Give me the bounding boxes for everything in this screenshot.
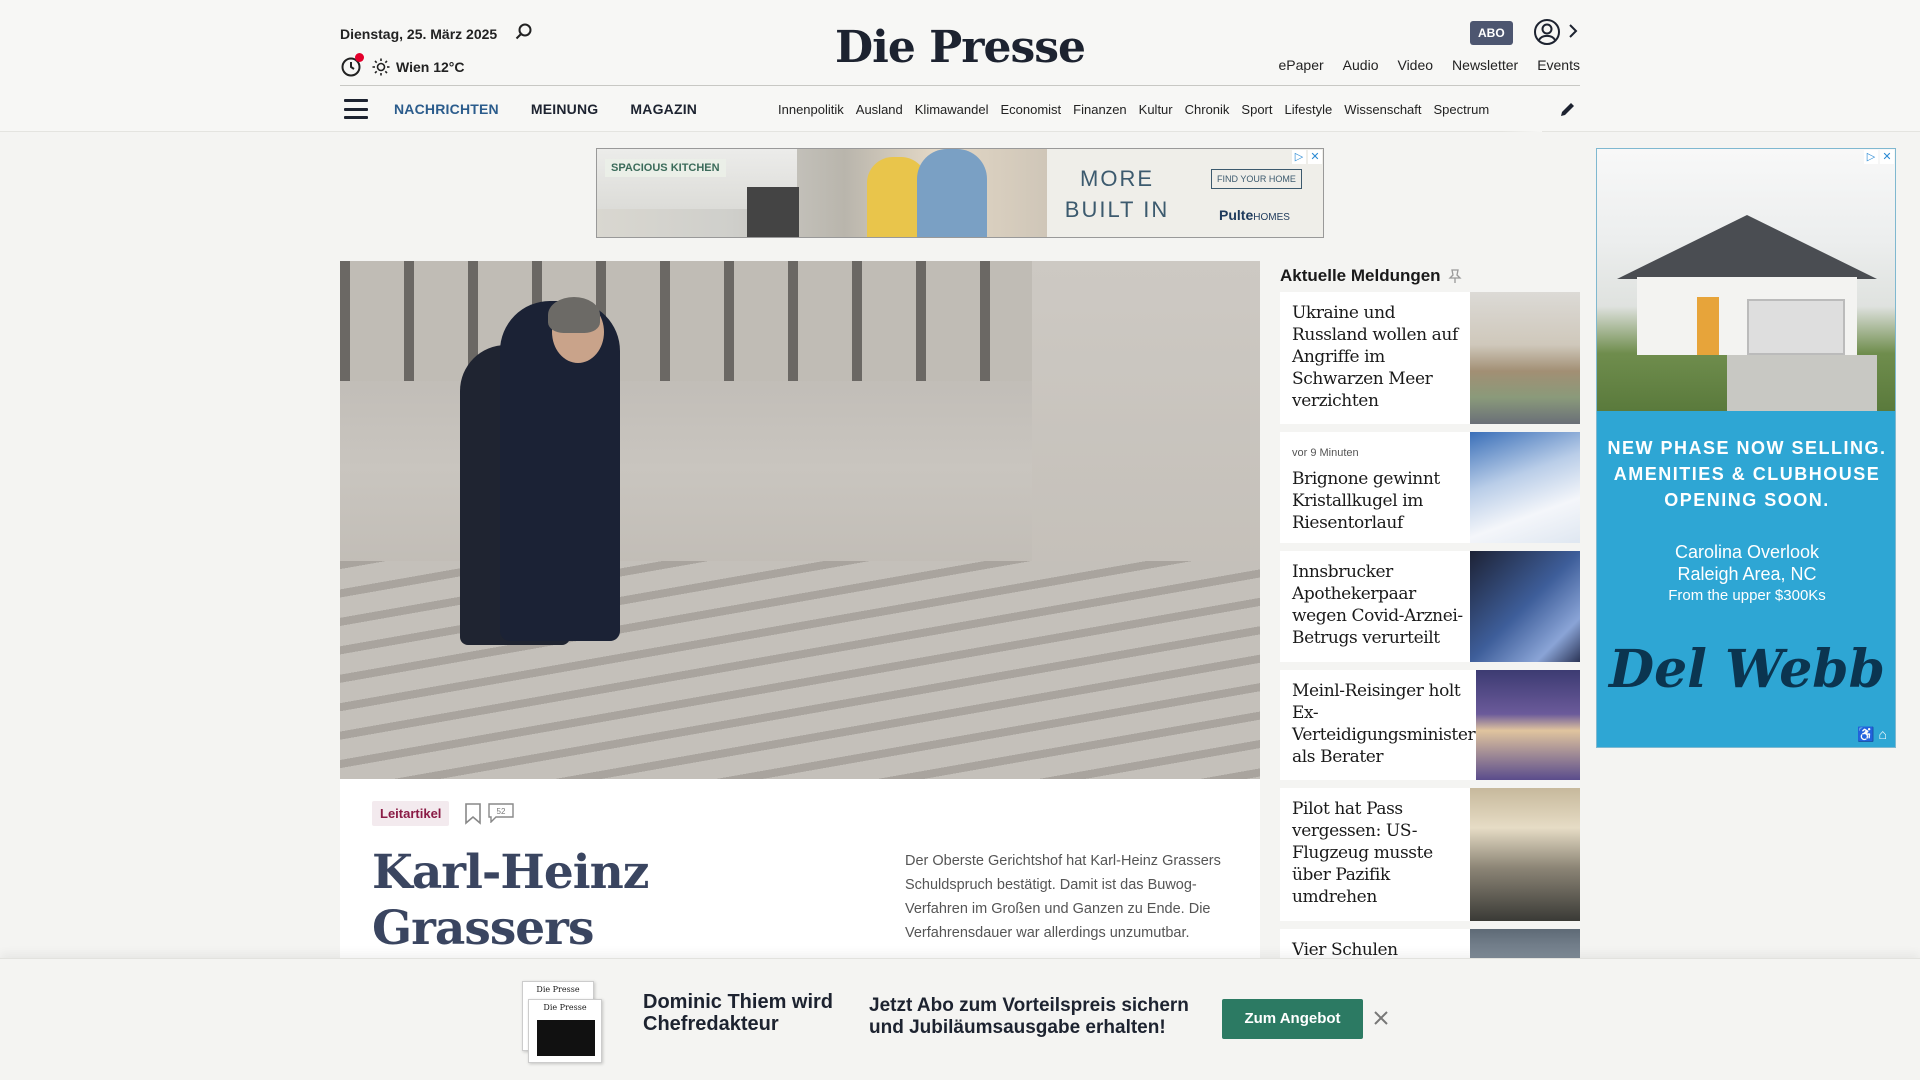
accessibility-icon: ♿ ⌂ [1857,726,1887,742]
ad-brand-logo: PulteHOMES [1219,207,1290,223]
news-item[interactable]: Pilot hat Pass vergessen: US-Flugzeug mu… [1280,788,1580,921]
news-text: Ukraine und Russland wollen auf Angriffe… [1292,303,1458,411]
ad-slogan-line1: MORE [1080,166,1154,191]
adchoices-icon[interactable]: ▷ [1292,150,1306,164]
ad-side-brand: Del Webb [1609,639,1885,700]
nav-economist[interactable]: Economist [1000,102,1061,117]
category-links: Innenpolitik Ausland Klimawandel Economi… [778,86,1542,132]
nav-meinung[interactable]: MEINUNG [531,101,599,117]
news-thumbnail [1476,670,1580,780]
aktuelle-meldungen: Aktuelle Meldungen Ukraine und Russland … [1280,261,1580,969]
menu-icon[interactable] [344,99,368,119]
adchoices[interactable]: ▷ ✕ [1292,150,1322,164]
nav-nachrichten[interactable]: NACHRICHTEN [394,101,499,117]
link-epaper[interactable]: ePaper [1279,57,1324,73]
ad-side-close-icon[interactable]: ✕ [1880,150,1894,164]
lead-article-card[interactable]: Leitartikel 52 Karl-Heinz Grassers super… [340,779,1260,1012]
ad-house-image [1597,149,1895,411]
comment-count: 52 [497,807,506,816]
nav-chronik[interactable]: Chronik [1185,102,1230,117]
promo-headline: Dominic Thiem wird Chefredakteur [643,991,834,1035]
news-item[interactable]: Meinl-Reisinger holt Ex-Verteidigungsmin… [1280,670,1580,780]
lead-teaser: Der Oberste Gerichtshof hat Karl-Heinz G… [905,853,1221,941]
nav-kultur[interactable]: Kultur [1139,102,1173,117]
nav-ausland[interactable]: Ausland [856,102,903,117]
ad-close-icon[interactable]: ✕ [1308,150,1322,164]
ad-side-headline: NEW PHASE NOW SELLING. AMENITIES & CLUBH… [1597,435,1895,513]
close-icon[interactable] [1372,1009,1390,1027]
nav-finanzen[interactable]: Finanzen [1073,102,1126,117]
nav-innenpolitik[interactable]: Innenpolitik [778,102,844,117]
news-text: Meinl-Reisinger holt Ex-Verteidigungsmin… [1292,681,1476,767]
article-tag[interactable]: Leitartikel [372,801,450,826]
news-title-text: Aktuelle Meldungen [1280,266,1441,285]
ad-cta-button[interactable]: FIND YOUR HOME [1211,169,1302,189]
link-events[interactable]: Events [1537,57,1580,73]
promo-text: Jetzt Abo zum Vorteilspreis sichern und … [869,995,1189,1038]
nav-klimawandel[interactable]: Klimawandel [915,102,989,117]
news-thumbnail [1470,788,1580,921]
news-text: Innsbrucker Apothekerpaar wegen Covid-Ar… [1292,562,1463,648]
link-newsletter[interactable]: Newsletter [1452,57,1518,73]
ad-side-headline-1: NEW PHASE NOW SELLING. [1607,438,1887,458]
pin-icon [1448,269,1462,283]
main-navigation: NACHRICHTEN MEINUNG MAGAZIN Innenpolitik… [340,86,1580,132]
news-item[interactable]: Innsbrucker Apothekerpaar wegen Covid-Ar… [1280,551,1580,662]
ad-side-location: Carolina Overlook Raleigh Area, NC [1597,541,1895,585]
news-item[interactable]: Ukraine und Russland wollen auf Angriffe… [1280,292,1580,424]
ad-side-headline-3: OPENING SOON. [1664,490,1830,510]
news-thumbnail [1470,551,1580,662]
news-thumbnail [1470,432,1580,543]
news-text: Pilot hat Pass vergessen: US-Flugzeug mu… [1292,799,1433,907]
adchoices-side[interactable]: ▷ ✕ [1864,150,1894,164]
news-text: Brignone gewinnt Kristallkugel im Riesen… [1292,469,1440,533]
ad-brand-name: Pulte [1219,207,1254,223]
newspaper-front-title: Die Presse [543,1003,587,1012]
nav-lifestyle[interactable]: Lifestyle [1285,102,1333,117]
ad-slogan-line2: BUILT IN [1064,197,1170,222]
newspaper-front: Die Presse [528,999,602,1063]
news-item[interactable]: vor 9 Minuten Brignone gewinnt Kristallk… [1280,432,1580,543]
nav-spectrum[interactable]: Spectrum [1434,102,1490,117]
ad-side-price: From the upper $300Ks [1668,587,1826,604]
comment-icon[interactable]: 52 [488,803,514,823]
ad-side-location-2: Raleigh Area, NC [1677,564,1817,584]
subscription-banner: Die Presse Die Presse Dominic Thiem wird… [0,958,1920,1080]
ad-slogan: MORE BUILT IN [1047,163,1187,225]
news-thumbnail [1470,292,1580,424]
ad-brand-suffix: HOMES [1253,212,1290,223]
leaderboard-ad[interactable]: SPACIOUS KITCHEN MORE BUILT IN FIND YOUR… [596,148,1324,238]
news-text-block: vor 9 Minuten Brignone gewinnt Kristallk… [1292,442,1472,534]
ad-side-headline-2: AMENITIES & CLUBHOUSE [1613,464,1881,484]
abo-button[interactable]: ABO [1470,21,1513,45]
newspaper-image: Die Presse Die Presse [522,981,602,1063]
nav-magazin[interactable]: MAGAZIN [630,101,697,117]
nav-wissenschaft[interactable]: Wissenschaft [1344,102,1421,117]
nav-sport[interactable]: Sport [1241,102,1272,117]
lead-article-image[interactable] [340,261,1260,779]
user-icon[interactable] [1532,17,1562,47]
link-audio[interactable]: Audio [1343,57,1379,73]
ad-side-location-1: Carolina Overlook [1674,542,1820,562]
top-links: ePaper Audio Video Newsletter Events [1279,57,1580,73]
pencil-icon[interactable] [1558,99,1578,119]
news-section-title: Aktuelle Meldungen [1280,261,1580,291]
adchoices-side-icon[interactable]: ▷ [1864,150,1878,164]
skyscraper-ad[interactable]: NEW PHASE NOW SELLING. AMENITIES & CLUBH… [1596,148,1896,748]
bookmark-icon[interactable] [464,803,482,825]
offer-button[interactable]: Zum Angebot [1222,999,1363,1039]
chevron-right-icon[interactable] [1566,22,1580,40]
ad-kitchen-label: SPACIOUS KITCHEN [605,159,726,177]
site-header: Dienstag, 25. März 2025 Wien 12°C Die Pr… [0,0,1920,132]
news-meta: vor 9 Minuten [1292,447,1359,459]
link-video[interactable]: Video [1397,57,1433,73]
